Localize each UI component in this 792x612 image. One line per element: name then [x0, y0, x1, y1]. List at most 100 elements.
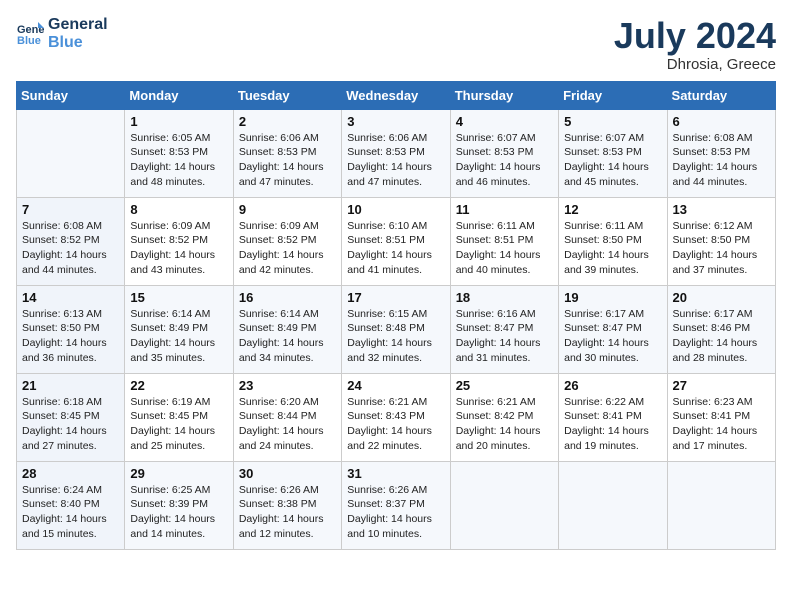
calendar-cell: 24 Sunrise: 6:21 AM Sunset: 8:43 PM Dayli… [342, 373, 450, 461]
day-info: Sunrise: 6:08 AM Sunset: 8:53 PM Dayligh… [673, 131, 770, 190]
day-number: 30 [239, 466, 336, 481]
calendar-cell: 29 Sunrise: 6:25 AM Sunset: 8:39 PM Dayli… [125, 461, 233, 549]
calendar-cell: 15 Sunrise: 6:14 AM Sunset: 8:49 PM Dayli… [125, 285, 233, 373]
day-number: 15 [130, 290, 227, 305]
day-info: Sunrise: 6:14 AM Sunset: 8:49 PM Dayligh… [239, 307, 336, 366]
day-info: Sunrise: 6:05 AM Sunset: 8:53 PM Dayligh… [130, 131, 227, 190]
day-number: 14 [22, 290, 119, 305]
day-info: Sunrise: 6:24 AM Sunset: 8:40 PM Dayligh… [22, 483, 119, 542]
day-info: Sunrise: 6:08 AM Sunset: 8:52 PM Dayligh… [22, 219, 119, 278]
title-block: July 2024 Dhrosia, Greece [614, 16, 776, 73]
day-number: 16 [239, 290, 336, 305]
calendar-cell: 30 Sunrise: 6:26 AM Sunset: 8:38 PM Dayli… [233, 461, 341, 549]
calendar-cell: 16 Sunrise: 6:14 AM Sunset: 8:49 PM Dayli… [233, 285, 341, 373]
calendar-cell: 21Sunrise: 6:18 AM Sunset: 8:45 PM Dayli… [17, 373, 125, 461]
calendar-cell: 20Sunrise: 6:17 AM Sunset: 8:46 PM Dayli… [667, 285, 775, 373]
day-number: 11 [456, 202, 553, 217]
day-number: 26 [564, 378, 661, 393]
calendar-cell [667, 461, 775, 549]
day-info: Sunrise: 6:26 AM Sunset: 8:38 PM Dayligh… [239, 483, 336, 542]
calendar-cell: 8 Sunrise: 6:09 AM Sunset: 8:52 PM Daylig… [125, 197, 233, 285]
calendar-cell: 26 Sunrise: 6:22 AM Sunset: 8:41 PM Dayli… [559, 373, 667, 461]
calendar-body: 1 Sunrise: 6:05 AM Sunset: 8:53 PM Daylig… [17, 109, 776, 549]
weekday-header-sunday: Sunday [17, 81, 125, 109]
calendar-cell: 3Sunrise: 6:06 AM Sunset: 8:53 PM Daylig… [342, 109, 450, 197]
month-year-title: July 2024 [614, 16, 776, 56]
day-info: Sunrise: 6:23 AM Sunset: 8:41 PM Dayligh… [673, 395, 770, 454]
day-number: 18 [456, 290, 553, 305]
page-header: General Blue General Blue July 2024 Dhro… [16, 16, 776, 73]
calendar-week-row: 1 Sunrise: 6:05 AM Sunset: 8:53 PM Daylig… [17, 109, 776, 197]
day-info: Sunrise: 6:11 AM Sunset: 8:51 PM Dayligh… [456, 219, 553, 278]
weekday-header-monday: Monday [125, 81, 233, 109]
day-number: 31 [347, 466, 444, 481]
day-number: 9 [239, 202, 336, 217]
calendar-cell [559, 461, 667, 549]
day-info: Sunrise: 6:07 AM Sunset: 8:53 PM Dayligh… [564, 131, 661, 190]
calendar-cell: 31Sunrise: 6:26 AM Sunset: 8:37 PM Dayli… [342, 461, 450, 549]
day-info: Sunrise: 6:20 AM Sunset: 8:44 PM Dayligh… [239, 395, 336, 454]
calendar-table: SundayMondayTuesdayWednesdayThursdayFrid… [16, 81, 776, 550]
location-subtitle: Dhrosia, Greece [614, 56, 776, 73]
day-info: Sunrise: 6:12 AM Sunset: 8:50 PM Dayligh… [673, 219, 770, 278]
day-number: 25 [456, 378, 553, 393]
weekday-header-wednesday: Wednesday [342, 81, 450, 109]
day-info: Sunrise: 6:06 AM Sunset: 8:53 PM Dayligh… [239, 131, 336, 190]
calendar-week-row: 14Sunrise: 6:13 AM Sunset: 8:50 PM Dayli… [17, 285, 776, 373]
day-number: 27 [673, 378, 770, 393]
day-number: 28 [22, 466, 119, 481]
day-number: 7 [22, 202, 119, 217]
day-number: 8 [130, 202, 227, 217]
logo-icon: General Blue [16, 20, 44, 48]
logo: General Blue General Blue [16, 16, 108, 51]
day-info: Sunrise: 6:06 AM Sunset: 8:53 PM Dayligh… [347, 131, 444, 190]
calendar-cell: 9 Sunrise: 6:09 AM Sunset: 8:52 PM Daylig… [233, 197, 341, 285]
svg-text:Blue: Blue [17, 35, 41, 47]
calendar-cell: 5 Sunrise: 6:07 AM Sunset: 8:53 PM Daylig… [559, 109, 667, 197]
calendar-cell: 27 Sunrise: 6:23 AM Sunset: 8:41 PM Dayli… [667, 373, 775, 461]
calendar-cell: 22 Sunrise: 6:19 AM Sunset: 8:45 PM Dayli… [125, 373, 233, 461]
day-number: 1 [130, 114, 227, 129]
day-info: Sunrise: 6:17 AM Sunset: 8:47 PM Dayligh… [564, 307, 661, 366]
calendar-cell: 18 Sunrise: 6:16 AM Sunset: 8:47 PM Dayli… [450, 285, 558, 373]
calendar-cell: 17 Sunrise: 6:15 AM Sunset: 8:48 PM Dayli… [342, 285, 450, 373]
day-number: 17 [347, 290, 444, 305]
calendar-cell [17, 109, 125, 197]
calendar-cell: 11 Sunrise: 6:11 AM Sunset: 8:51 PM Dayli… [450, 197, 558, 285]
day-info: Sunrise: 6:09 AM Sunset: 8:52 PM Dayligh… [130, 219, 227, 278]
calendar-week-row: 7 Sunrise: 6:08 AM Sunset: 8:52 PM Daylig… [17, 197, 776, 285]
day-info: Sunrise: 6:25 AM Sunset: 8:39 PM Dayligh… [130, 483, 227, 542]
day-info: Sunrise: 6:15 AM Sunset: 8:48 PM Dayligh… [347, 307, 444, 366]
day-info: Sunrise: 6:10 AM Sunset: 8:51 PM Dayligh… [347, 219, 444, 278]
calendar-cell: 1 Sunrise: 6:05 AM Sunset: 8:53 PM Daylig… [125, 109, 233, 197]
day-info: Sunrise: 6:14 AM Sunset: 8:49 PM Dayligh… [130, 307, 227, 366]
weekday-header-thursday: Thursday [450, 81, 558, 109]
day-number: 24 [347, 378, 444, 393]
calendar-cell [450, 461, 558, 549]
calendar-week-row: 28 Sunrise: 6:24 AM Sunset: 8:40 PM Dayli… [17, 461, 776, 549]
calendar-cell: 12Sunrise: 6:11 AM Sunset: 8:50 PM Dayli… [559, 197, 667, 285]
logo-line1: General [48, 16, 108, 34]
calendar-cell: 13 Sunrise: 6:12 AM Sunset: 8:50 PM Dayli… [667, 197, 775, 285]
day-info: Sunrise: 6:09 AM Sunset: 8:52 PM Dayligh… [239, 219, 336, 278]
calendar-week-row: 21Sunrise: 6:18 AM Sunset: 8:45 PM Dayli… [17, 373, 776, 461]
calendar-header-row: SundayMondayTuesdayWednesdayThursdayFrid… [17, 81, 776, 109]
day-info: Sunrise: 6:11 AM Sunset: 8:50 PM Dayligh… [564, 219, 661, 278]
calendar-cell: 2Sunrise: 6:06 AM Sunset: 8:53 PM Daylig… [233, 109, 341, 197]
logo-line2: Blue [48, 34, 108, 52]
day-info: Sunrise: 6:17 AM Sunset: 8:46 PM Dayligh… [673, 307, 770, 366]
calendar-cell: 28 Sunrise: 6:24 AM Sunset: 8:40 PM Dayli… [17, 461, 125, 549]
calendar-cell: 25Sunrise: 6:21 AM Sunset: 8:42 PM Dayli… [450, 373, 558, 461]
day-number: 22 [130, 378, 227, 393]
day-info: Sunrise: 6:22 AM Sunset: 8:41 PM Dayligh… [564, 395, 661, 454]
weekday-header-friday: Friday [559, 81, 667, 109]
day-number: 13 [673, 202, 770, 217]
day-number: 5 [564, 114, 661, 129]
day-info: Sunrise: 6:21 AM Sunset: 8:43 PM Dayligh… [347, 395, 444, 454]
weekday-header-tuesday: Tuesday [233, 81, 341, 109]
day-info: Sunrise: 6:16 AM Sunset: 8:47 PM Dayligh… [456, 307, 553, 366]
calendar-cell: 4Sunrise: 6:07 AM Sunset: 8:53 PM Daylig… [450, 109, 558, 197]
calendar-cell: 7 Sunrise: 6:08 AM Sunset: 8:52 PM Daylig… [17, 197, 125, 285]
day-info: Sunrise: 6:19 AM Sunset: 8:45 PM Dayligh… [130, 395, 227, 454]
day-number: 29 [130, 466, 227, 481]
